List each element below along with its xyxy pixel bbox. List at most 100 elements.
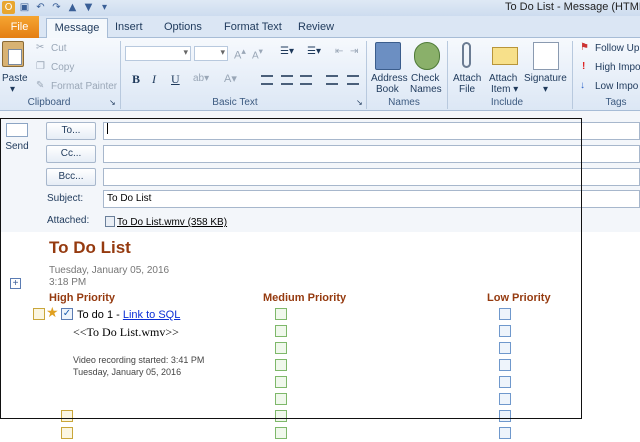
low-importance-button[interactable]: Low Impo xyxy=(595,81,638,92)
attachment-chip[interactable]: To Do List.wmv (358 KB) xyxy=(105,216,227,228)
low-checkbox[interactable] xyxy=(499,376,511,388)
cut-icon: ✂ xyxy=(36,42,45,53)
low-checkbox[interactable] xyxy=(499,427,511,439)
checked-box-icon[interactable]: ✓ xyxy=(61,308,73,320)
low-importance-icon: ↓ xyxy=(580,80,585,91)
bold-button[interactable]: B xyxy=(132,72,140,87)
recording-date-text: Tuesday, January 05, 2016 xyxy=(73,367,182,377)
shrink-font-icon[interactable]: A▾ xyxy=(252,46,263,61)
note-time: 3:18 PM xyxy=(49,277,87,288)
up-arrow-icon[interactable]: ▲ xyxy=(66,1,79,14)
clipboard-launcher-icon[interactable]: ↘ xyxy=(109,98,116,107)
tab-message[interactable]: Message xyxy=(46,18,108,39)
envelope-icon xyxy=(492,47,518,65)
high-checkbox[interactable] xyxy=(61,410,73,422)
cc-field[interactable] xyxy=(103,145,640,163)
ribbon-tabs: File Message Insert Options Format Text … xyxy=(0,16,640,39)
check-names-label-1: Check xyxy=(411,73,440,84)
low-checkbox[interactable] xyxy=(499,308,511,320)
copy-icon: ❐ xyxy=(36,61,45,72)
to-field[interactable] xyxy=(103,122,640,140)
low-checkbox[interactable] xyxy=(499,359,511,371)
align-justify-icon[interactable] xyxy=(326,75,338,85)
embedded-attachment[interactable]: <<To Do List.wmv>> xyxy=(73,325,179,340)
low-checkbox[interactable] xyxy=(499,410,511,422)
send-button[interactable]: Send xyxy=(0,121,34,171)
attachment-name: To Do List.wmv (358 KB) xyxy=(117,217,228,228)
basic-text-launcher-icon[interactable]: ↘ xyxy=(356,98,363,107)
align-right-icon[interactable] xyxy=(300,75,312,85)
format-painter-button[interactable]: Format Painter xyxy=(51,81,117,92)
star-icon: ★ xyxy=(46,305,59,321)
tab-format-text[interactable]: Format Text xyxy=(218,18,288,38)
save-icon[interactable]: ▣ xyxy=(18,1,31,14)
customize-qat-icon[interactable]: ▾ xyxy=(98,1,111,14)
paste-icon xyxy=(2,41,24,67)
numbering-icon[interactable]: ☰▾ xyxy=(307,46,321,57)
group-label-names: Names xyxy=(388,97,420,108)
down-arrow-icon[interactable]: ▼ xyxy=(82,1,95,14)
medium-checkbox[interactable] xyxy=(275,376,287,388)
decrease-indent-icon[interactable]: ⇤ xyxy=(335,46,343,57)
cc-button[interactable]: Cc... xyxy=(46,145,96,163)
undo-icon[interactable]: ↶ xyxy=(34,1,47,14)
signature-button[interactable]: Signature ▾ xyxy=(523,41,569,95)
medium-checkbox[interactable] xyxy=(275,325,287,337)
align-left-icon[interactable] xyxy=(261,75,273,85)
note-date: Tuesday, January 05, 2016 xyxy=(49,265,170,276)
italic-button[interactable]: I xyxy=(152,72,156,87)
to-button[interactable]: To... xyxy=(46,122,96,140)
medium-checkbox[interactable] xyxy=(275,410,287,422)
low-checkbox[interactable] xyxy=(499,342,511,354)
grow-font-icon[interactable]: A▴ xyxy=(234,46,246,62)
highlight-icon[interactable]: ab▾ xyxy=(193,73,209,84)
underline-button[interactable]: U xyxy=(171,72,180,87)
attach-item-label-1: Attach xyxy=(489,73,518,84)
expand-icon[interactable]: + xyxy=(10,278,21,289)
attach-item-button[interactable]: Attach Item ▾ xyxy=(487,41,523,95)
increase-indent-icon[interactable]: ⇥ xyxy=(350,46,358,57)
tab-review[interactable]: Review xyxy=(292,18,340,38)
medium-checkbox[interactable] xyxy=(275,308,287,320)
bcc-button[interactable]: Bcc... xyxy=(46,168,96,186)
todo-item: To do 1 - Link to SQL xyxy=(77,309,180,321)
bcc-field[interactable] xyxy=(103,168,640,186)
medium-checkbox[interactable] xyxy=(275,393,287,405)
align-center-icon[interactable] xyxy=(281,75,293,85)
address-book-button[interactable]: Address Book xyxy=(369,41,408,95)
low-checkbox[interactable] xyxy=(499,393,511,405)
high-checkbox[interactable] xyxy=(61,427,73,439)
font-size-combo[interactable]: ▾ xyxy=(194,46,228,61)
font-name-combo[interactable]: ▾ xyxy=(125,46,191,61)
follow-up-button[interactable]: Follow Up xyxy=(595,43,639,54)
signature-label: Signature xyxy=(524,73,567,84)
copy-button[interactable]: Copy xyxy=(51,62,74,73)
tab-file[interactable]: File xyxy=(0,16,39,38)
signature-icon xyxy=(533,42,559,70)
tab-options[interactable]: Options xyxy=(158,18,208,38)
todo-checkbox[interactable] xyxy=(33,308,45,320)
medium-checkbox[interactable] xyxy=(275,427,287,439)
group-separator xyxy=(572,41,573,109)
medium-checkbox[interactable] xyxy=(275,342,287,354)
subject-field[interactable]: To Do List xyxy=(103,190,640,208)
bullets-icon[interactable]: ☰▾ xyxy=(280,46,294,57)
align-distributed-icon[interactable] xyxy=(347,75,359,85)
medium-checkbox[interactable] xyxy=(275,359,287,371)
address-book-label-1: Address xyxy=(371,73,408,84)
group-label-tags: Tags xyxy=(605,97,627,108)
redo-icon[interactable]: ↷ xyxy=(50,1,63,14)
signature-dropdown-icon: ▾ xyxy=(543,84,549,95)
paste-button[interactable]: Paste ▾ xyxy=(2,41,28,95)
high-importance-button[interactable]: High Impo xyxy=(595,62,640,73)
group-separator xyxy=(447,41,448,109)
paste-label: Paste xyxy=(2,73,28,84)
tab-insert[interactable]: Insert xyxy=(109,18,149,38)
check-names-button[interactable]: Check Names xyxy=(408,41,444,95)
low-checkbox[interactable] xyxy=(499,325,511,337)
attach-file-button[interactable]: Attach File xyxy=(451,41,485,95)
cut-button[interactable]: Cut xyxy=(51,43,67,54)
font-color-icon[interactable]: A▾ xyxy=(224,72,237,85)
link-to-sql[interactable]: Link to SQL xyxy=(123,309,180,321)
message-body[interactable]: To Do List Tuesday, January 05, 2016 3:1… xyxy=(0,232,640,442)
